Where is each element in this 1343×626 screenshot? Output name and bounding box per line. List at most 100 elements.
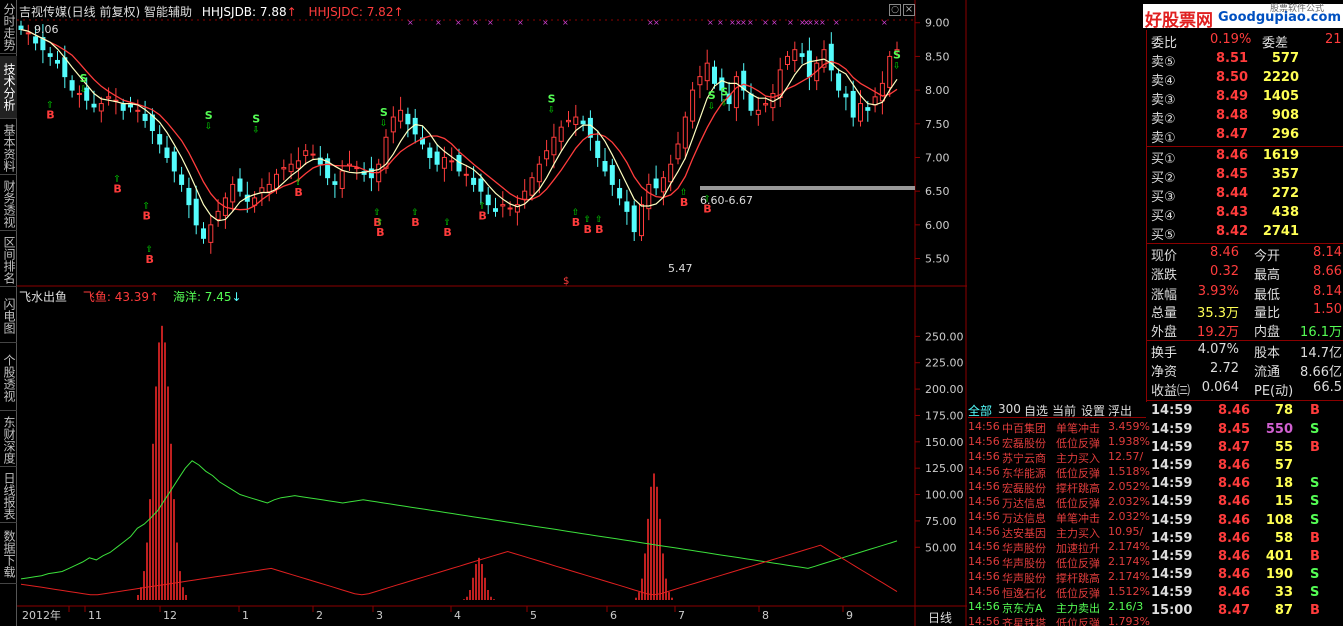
histogram-bar — [176, 542, 178, 600]
candle-body — [390, 116, 396, 133]
tick-side: S — [1310, 567, 1320, 582]
tick-side: B — [1310, 531, 1320, 546]
candle-body — [551, 136, 557, 156]
restore-button[interactable]: ○ — [889, 4, 901, 16]
tick-side: B — [1310, 549, 1320, 564]
alert-row[interactable]: 14:56 宏磊股份 低位反弹 1.938% — [968, 435, 1150, 450]
period-label[interactable]: 日线 — [928, 609, 952, 626]
quote-label-2: 最高 — [1254, 268, 1281, 283]
filter-tab-3[interactable]: 当前 — [1052, 402, 1076, 419]
candle-body — [624, 201, 630, 212]
buy-signal: B — [113, 182, 121, 195]
alert-type: 主力卖出 — [1056, 602, 1100, 615]
left-tab-7[interactable]: 东财深度 — [0, 413, 17, 467]
time-axis-label: 1 — [242, 609, 249, 622]
candle-body — [18, 25, 24, 30]
signal-x-marker: × — [771, 18, 778, 27]
tick-time: 14:59 — [1151, 440, 1193, 455]
left-tab-4[interactable]: 区间排名 — [0, 233, 17, 287]
alert-row[interactable]: 14:56 苏宁云商 主力买入 12.57/ — [968, 450, 1150, 465]
alert-row[interactable]: 14:56 京东方A 主力卖出 2.16/3 — [968, 600, 1150, 615]
ask-row: 卖② 8.48 908 — [1150, 108, 1343, 127]
sell-arrow-icon: ⇩ — [708, 102, 716, 112]
signal-x-marker: × — [819, 18, 826, 27]
candle-body — [478, 178, 484, 192]
alert-row[interactable]: 14:56 达安基因 主力买入 10.95/ — [968, 525, 1150, 540]
candle-body — [573, 116, 579, 125]
main-axis-label: 6.50 — [925, 185, 950, 198]
left-tab-9[interactable]: 数据下载 — [0, 525, 17, 584]
candle-body — [157, 134, 163, 145]
alert-row[interactable]: 14:56 恒逸石化 低位反弹 1.512% — [968, 585, 1150, 600]
left-tab-0[interactable]: 分时走势 — [0, 0, 17, 54]
bid-price: 8.45 — [1216, 167, 1249, 182]
candle-body — [463, 173, 469, 176]
buy-signal: B — [294, 186, 302, 199]
quote-row: 换手 4.07% 股本 14.7亿 — [1150, 342, 1343, 361]
left-tab-8[interactable]: 日线报表 — [0, 469, 17, 523]
filter-tab-2[interactable]: 自选 — [1024, 402, 1048, 419]
candle-body — [836, 73, 842, 91]
alert-stock: 京东方A — [1002, 602, 1043, 615]
histogram-bar — [671, 597, 673, 600]
filter-tab-4[interactable]: 设置 — [1081, 402, 1105, 419]
sell-arrow-icon: ⇩ — [893, 62, 901, 72]
range-label: 6.60-6.67 — [700, 194, 753, 207]
tick-price: 8.47 — [1218, 440, 1251, 455]
ask-row: 卖① 8.47 296 — [1150, 127, 1343, 146]
tick-price: 8.46 — [1218, 585, 1251, 600]
alert-row[interactable]: 14:56 华声股份 加速拉升 2.174% — [968, 540, 1150, 555]
histogram-bar — [656, 486, 658, 600]
ask-label: 卖③ — [1151, 93, 1176, 108]
candle-body — [828, 43, 834, 71]
alert-row[interactable]: 14:56 中百集团 单笔冲击 3.459% — [968, 420, 1150, 435]
close-icon[interactable]: × — [903, 4, 915, 16]
candle-body — [201, 228, 206, 239]
alert-stock: 万达信息 — [1002, 512, 1046, 525]
alert-type: 加速拉升 — [1056, 542, 1100, 555]
alert-row[interactable]: 14:56 宏磊股份 撑杆跳高 2.052% — [968, 480, 1150, 495]
alert-type: 主力买入 — [1056, 527, 1100, 540]
sell-arrow-icon: ⇩ — [80, 85, 88, 95]
candle-body — [843, 93, 849, 98]
candle-body — [135, 109, 141, 112]
alert-type: 低位反弹 — [1056, 557, 1100, 570]
alert-stock: 宏磊股份 — [1002, 482, 1046, 495]
quote-label: 净资 — [1151, 365, 1178, 380]
alert-row[interactable]: 14:56 华声股份 撑杆跳高 2.174% — [968, 570, 1150, 585]
ask-volume: 908 — [1271, 108, 1299, 123]
left-tab-1[interactable]: 技术分析 — [0, 56, 17, 119]
sell-arrow-icon: ⇩ — [205, 122, 213, 132]
sub-axis-label: 200.00 — [925, 383, 964, 396]
alert-row[interactable]: 14:56 东华能源 低位反弹 1.518% — [968, 465, 1150, 480]
sell-signal: S — [708, 89, 716, 102]
alert-time: 14:56 — [968, 525, 1000, 538]
ask-price: 8.48 — [1216, 108, 1249, 123]
kline-chart[interactable]: 9.008.508.007.507.006.506.005.50250.0022… — [17, 0, 967, 626]
left-tab-5[interactable]: 闪电图 — [0, 289, 17, 343]
tick-row: 14:59 8.46 33 S — [1150, 585, 1343, 603]
signal-x-marker: × — [787, 18, 794, 27]
tick-side: B — [1310, 440, 1320, 455]
tick-row: 14:59 8.46 58 B — [1150, 531, 1343, 549]
alert-row[interactable]: 14:56 万达信息 低位反弹 2.032% — [968, 495, 1150, 510]
candle-body — [120, 103, 126, 111]
alert-row[interactable]: 14:56 万达信息 单笔冲击 2.032% — [968, 510, 1150, 525]
tick-time: 14:59 — [1151, 403, 1193, 418]
bid-row: 买⑤ 8.42 2741 — [1150, 224, 1343, 243]
sell-signal: S — [548, 92, 556, 105]
histogram-bar — [635, 597, 637, 600]
alert-row[interactable]: 14:56 华声股份 低位反弹 2.174% — [968, 555, 1150, 570]
left-tab-3[interactable]: 财务透视 — [0, 177, 17, 231]
filter-tab-1[interactable]: 300 — [998, 402, 1021, 416]
left-tab-6[interactable]: 个股透视 — [0, 345, 17, 411]
filter-tab-0[interactable]: 全部 — [968, 402, 992, 419]
tick-side: B — [1310, 603, 1320, 618]
ticks-divider — [1146, 400, 1343, 401]
filter-tab-5[interactable]: 浮出 — [1108, 402, 1132, 419]
signal-x-marker: × — [881, 18, 888, 27]
candle-body — [675, 143, 681, 160]
sub-axis-label: 250.00 — [925, 330, 964, 343]
left-tab-2[interactable]: 基本资料 — [0, 121, 17, 175]
alert-row[interactable]: 14:56 齐星铁塔 低位反弹 1.793% — [968, 615, 1150, 626]
